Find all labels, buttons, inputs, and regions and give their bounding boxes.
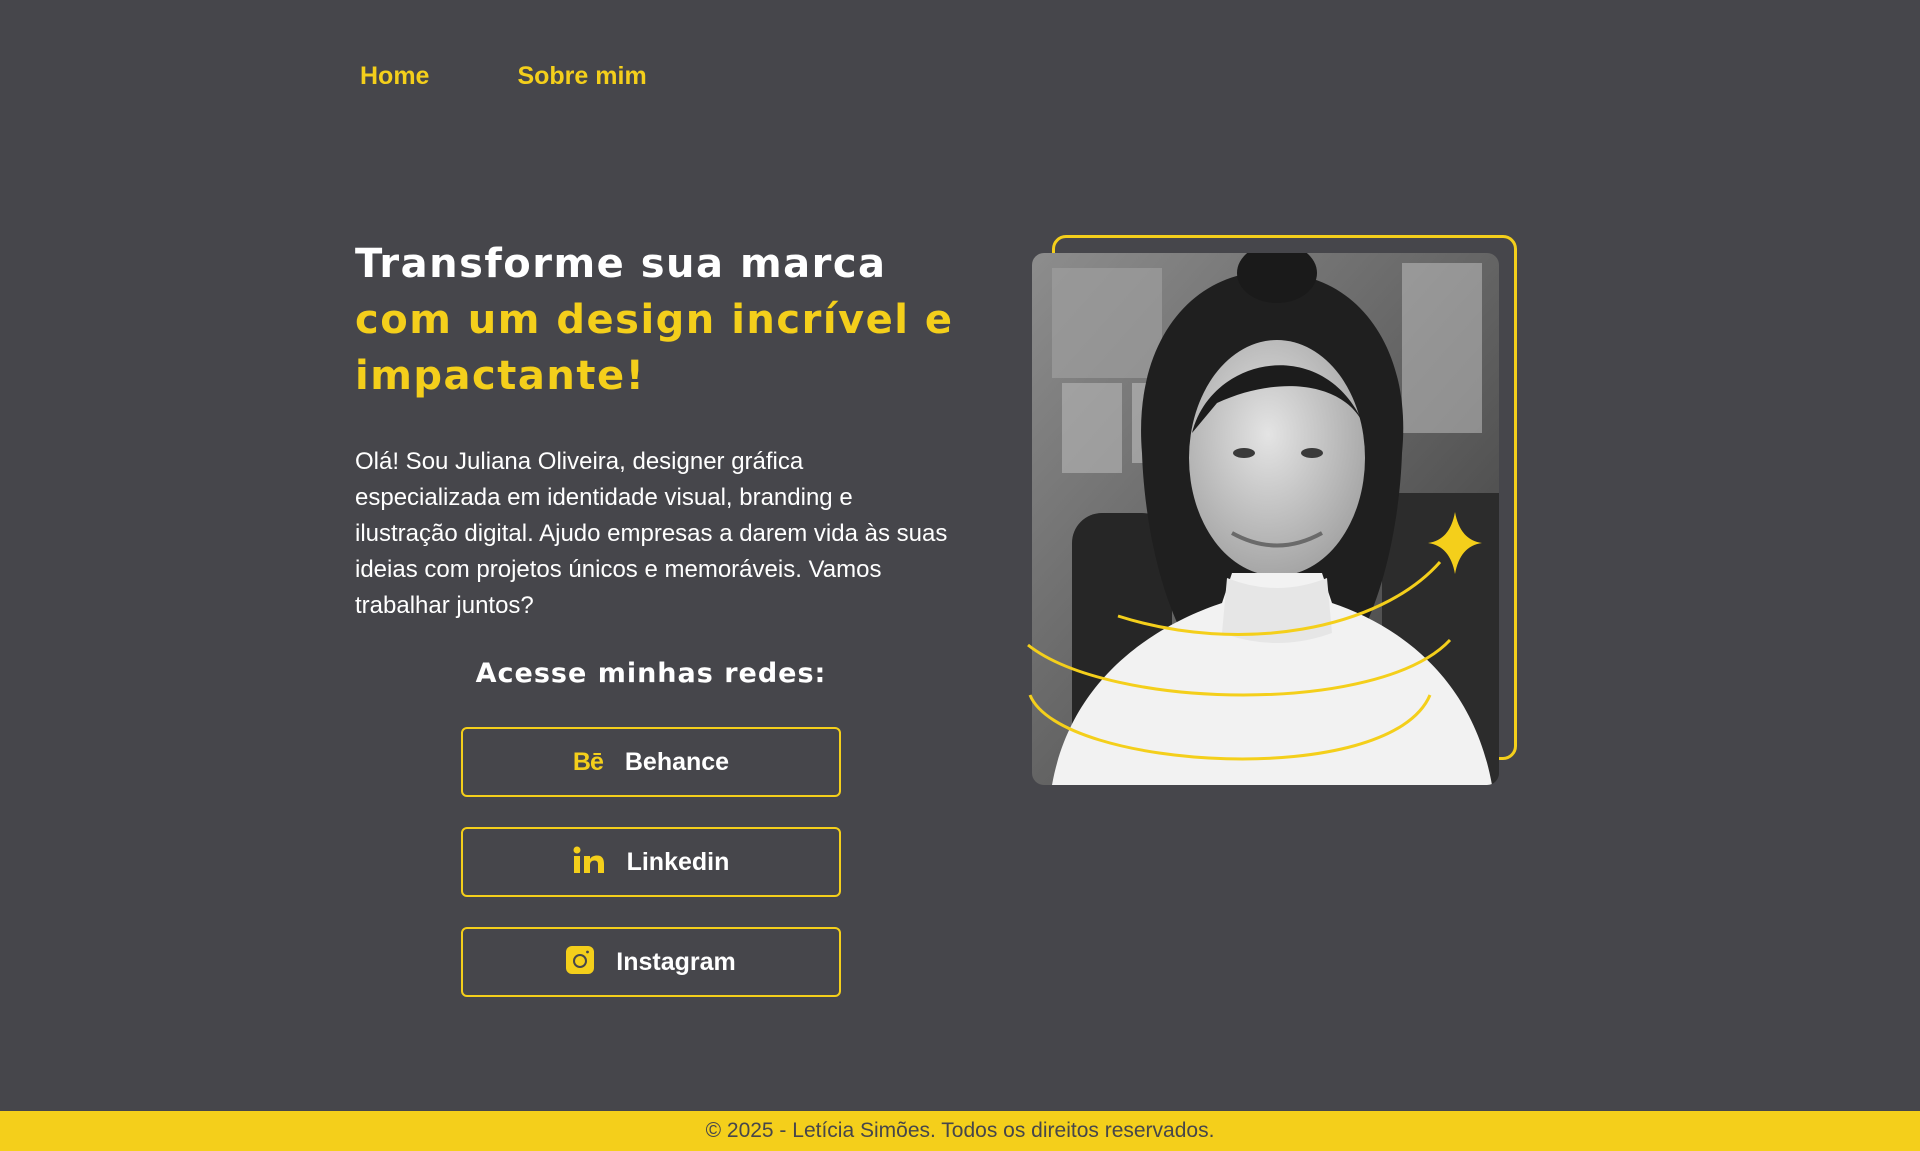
linkedin-button[interactable]: Linkedin [461, 827, 841, 897]
hero-title-line1: Transforme sua marca [355, 241, 887, 287]
nav-link-home[interactable]: Home [360, 62, 429, 91]
profile-photo [1032, 253, 1499, 785]
behance-button[interactable]: Bē Behance [461, 727, 841, 797]
behance-icon: Bē [572, 747, 604, 776]
instagram-button[interactable]: Instagram [461, 927, 841, 997]
linkedin-icon [573, 846, 605, 879]
hero-title: Transforme sua marca com um design incrí… [355, 236, 995, 404]
footer: © 2025 - Letícia Simões. Todos os direit… [0, 1111, 1920, 1151]
nav-link-about[interactable]: Sobre mim [517, 62, 646, 91]
linkedin-label: Linkedin [626, 847, 730, 876]
footer-copyright: © 2025 - Letícia Simões. Todos os direit… [705, 1119, 1215, 1142]
hero-title-line2: com um design incrível e impactante! [355, 297, 954, 399]
instagram-label: Instagram [616, 947, 736, 976]
intro-paragraph: Olá! Sou Juliana Oliveira, designer gráf… [355, 448, 948, 619]
instagram-icon [566, 945, 595, 979]
behance-label: Behance [624, 747, 730, 776]
main-nav: Home Sobre mim [360, 62, 647, 91]
social-heading: Acesse minhas redes: [475, 658, 827, 689]
